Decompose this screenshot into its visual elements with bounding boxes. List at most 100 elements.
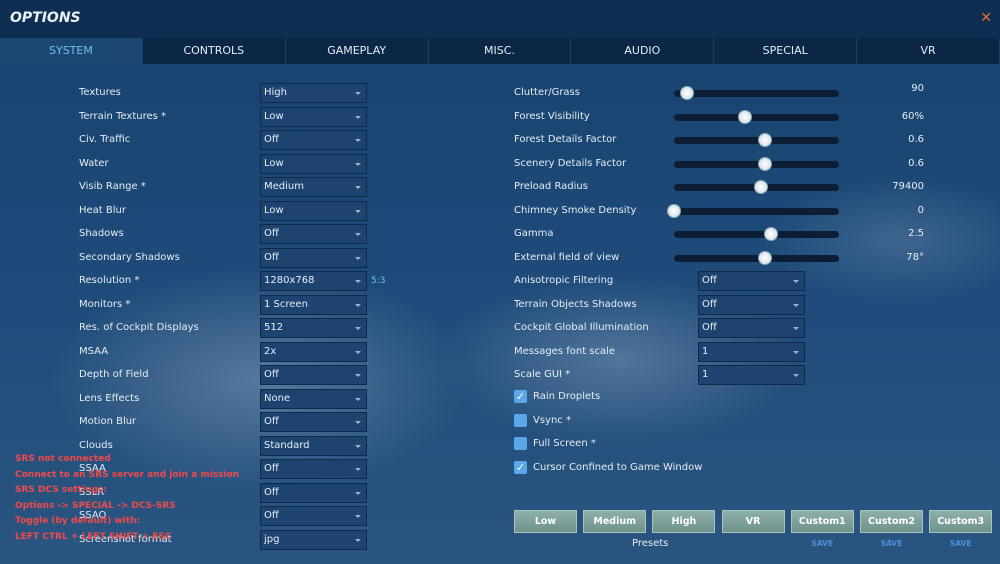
- setting-label: Motion Blur: [79, 416, 137, 427]
- slider-label: Chimney Smoke Density: [514, 204, 637, 216]
- slider-track[interactable]: [674, 86, 839, 100]
- srs-overlay-line: SRS not connected: [15, 454, 111, 464]
- setting-dropdown[interactable]: Off: [260, 247, 367, 268]
- setting-label: Terrain Objects Shadows: [514, 298, 637, 310]
- tab-controls[interactable]: CONTROLS: [143, 38, 286, 64]
- tab-audio[interactable]: AUDIO: [571, 38, 715, 64]
- setting-dropdown[interactable]: Low: [260, 153, 367, 174]
- checkbox-label: Full Screen *: [533, 438, 596, 449]
- setting-dropdown[interactable]: Off: [260, 482, 367, 503]
- setting-dropdown[interactable]: Off: [698, 271, 805, 291]
- setting-label: Monitors *: [79, 298, 131, 310]
- setting-dropdown[interactable]: None: [260, 388, 367, 409]
- slider-track[interactable]: [674, 133, 839, 147]
- slider-track[interactable]: [674, 227, 839, 241]
- tab-special[interactable]: SPECIAL: [714, 38, 858, 64]
- setting-label: Shadows: [79, 228, 124, 239]
- srs-overlay-line: Options -> SPECIAL -> DCS-SRS: [15, 500, 176, 511]
- slider-value: 79400: [892, 181, 924, 192]
- setting-label: Terrain Textures *: [79, 110, 167, 122]
- slider-track[interactable]: [667, 203, 839, 218]
- preset-button-custom3[interactable]: Custom3: [929, 510, 993, 533]
- setting-dropdown[interactable]: Off: [260, 506, 367, 526]
- setting-dropdown[interactable]: Low: [260, 200, 367, 221]
- setting-label: Scale GUI *: [514, 369, 571, 380]
- slider-value: 0.6: [908, 134, 924, 145]
- setting-dropdown[interactable]: jpg: [260, 529, 367, 550]
- setting-label: Cockpit Global Illumination: [514, 322, 649, 333]
- setting-label: Lens Effects: [79, 392, 140, 404]
- title-bar: OPTIONS ✕: [0, 0, 1000, 38]
- setting-label: Res. of Cockpit Displays: [79, 322, 199, 333]
- preset-button-low[interactable]: Low: [514, 510, 577, 533]
- aspect-ratio-label: 5:3: [371, 276, 386, 286]
- slider-track[interactable]: [674, 250, 839, 265]
- srs-overlay-line: SRS DCS settings:: [15, 485, 107, 496]
- setting-dropdown[interactable]: 1280x768: [260, 271, 367, 291]
- tab-gameplay[interactable]: GAMEPLAY: [286, 38, 429, 64]
- tab-bar: SYSTEM CONTROLS GAMEPLAY MISC. AUDIO SPECIAL V…: [0, 38, 1000, 64]
- setting-label: MSAA: [79, 345, 109, 357]
- preset-button-custom1[interactable]: Custom1: [790, 510, 854, 533]
- setting-dropdown[interactable]: Off: [260, 130, 367, 150]
- checkbox[interactable]: ✓: [514, 460, 527, 474]
- slider-thumb[interactable]: [764, 227, 779, 241]
- checkbox[interactable]: [514, 437, 527, 450]
- checkbox-label: Vsync *: [533, 414, 571, 426]
- page-title: OPTIONS: [10, 10, 81, 26]
- setting-label: Civ. Traffic: [79, 134, 131, 145]
- slider-thumb[interactable]: [757, 133, 772, 147]
- checkbox[interactable]: ✓: [514, 390, 527, 403]
- slider-thumb[interactable]: [667, 203, 681, 218]
- preset-button-medium[interactable]: Medium: [583, 510, 647, 533]
- slider-value: 2.5: [908, 228, 924, 239]
- setting-dropdown[interactable]: 2x: [260, 341, 367, 362]
- presets-label: Presets: [632, 538, 669, 549]
- srs-overlay-line: LEFT CTRL + LEFT SHIFT + ESC: [15, 532, 172, 542]
- setting-dropdown[interactable]: 1 Screen: [260, 294, 367, 315]
- slider-thumb[interactable]: [757, 250, 772, 265]
- preset-button-high[interactable]: High: [652, 510, 716, 533]
- save-link[interactable]: SAVE: [860, 539, 923, 548]
- slider-value: 60%: [901, 110, 924, 122]
- setting-dropdown[interactable]: 1: [698, 341, 805, 362]
- setting-dropdown[interactable]: Off: [698, 318, 805, 338]
- tab-system[interactable]: SYSTEM: [0, 38, 143, 64]
- setting-dropdown[interactable]: Low: [260, 106, 367, 127]
- slider-track[interactable]: [674, 156, 839, 171]
- slider-label: Scenery Details Factor: [514, 157, 627, 169]
- preset-button-vr[interactable]: VR: [721, 510, 785, 533]
- tab-misc[interactable]: MISC.: [429, 38, 572, 64]
- setting-dropdown[interactable]: High: [260, 83, 367, 103]
- setting-dropdown[interactable]: Off: [260, 459, 367, 479]
- setting-dropdown[interactable]: Off: [260, 365, 367, 385]
- slider-thumb[interactable]: [754, 180, 769, 194]
- checkbox[interactable]: [514, 413, 527, 427]
- preset-button-custom2[interactable]: Custom2: [860, 510, 923, 533]
- setting-label: Secondary Shadows: [79, 251, 180, 263]
- slider-value: 0: [917, 204, 924, 216]
- setting-dropdown[interactable]: Off: [260, 224, 367, 244]
- setting-dropdown[interactable]: Off: [260, 412, 367, 432]
- setting-dropdown[interactable]: Standard: [260, 435, 367, 456]
- setting-dropdown[interactable]: 1: [698, 365, 805, 385]
- setting-dropdown[interactable]: Medium: [260, 177, 367, 197]
- slider-label: Forest Details Factor: [514, 134, 617, 145]
- save-link[interactable]: SAVE: [929, 539, 992, 548]
- slider-label: Gamma: [514, 228, 554, 239]
- srs-overlay-line: Connect to an SRS server and join a miss…: [15, 469, 240, 480]
- close-icon[interactable]: ✕: [980, 10, 992, 26]
- slider-track[interactable]: [674, 109, 839, 124]
- slider-label: Clutter/Grass: [514, 87, 580, 98]
- slider-thumb[interactable]: [757, 156, 772, 171]
- tab-vr[interactable]: VR: [857, 38, 1000, 64]
- setting-dropdown[interactable]: Off: [698, 294, 805, 315]
- slider-thumb[interactable]: [737, 109, 752, 124]
- setting-dropdown[interactable]: 512: [260, 318, 367, 338]
- srs-overlay-line: Toggle (by default) with:: [15, 516, 141, 527]
- slider-track[interactable]: [674, 180, 839, 194]
- slider-label: Forest Visibility: [514, 110, 590, 122]
- save-link[interactable]: SAVE: [791, 539, 854, 548]
- slider-thumb[interactable]: [680, 86, 695, 100]
- slider-label: Preload Radius: [514, 181, 588, 192]
